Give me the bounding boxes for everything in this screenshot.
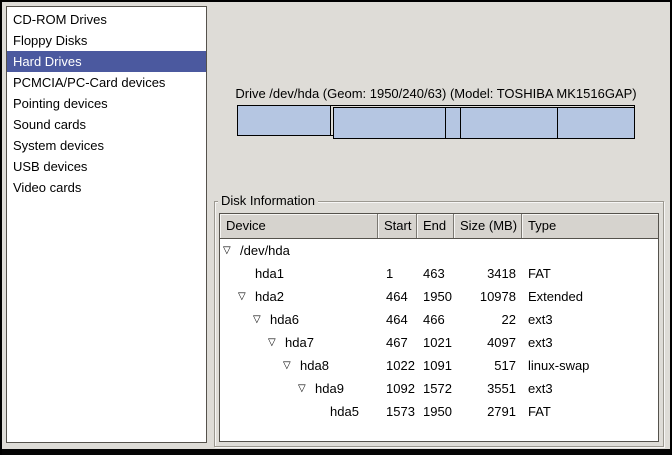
expander-icon[interactable]: ▽	[298, 377, 315, 400]
size-value: 3418	[454, 262, 522, 285]
type-value	[522, 239, 658, 262]
column-header-end[interactable]: End	[417, 214, 454, 238]
device-category-list: CD-ROM DrivesFloppy DisksHard DrivesPCMC…	[6, 6, 207, 443]
end-value: 1950	[417, 400, 454, 423]
end-value: 463	[417, 262, 454, 285]
start-value	[378, 239, 417, 262]
type-value: FAT	[522, 400, 658, 423]
start-value: 1022	[378, 354, 417, 377]
partition-bar-segment-hda8	[445, 108, 460, 138]
expander-icon[interactable]: ▽	[238, 285, 255, 308]
device-name: hda5	[330, 400, 359, 423]
size-value: 4097	[454, 331, 522, 354]
partition-bar-segment-hda1	[237, 105, 331, 136]
type-value: Extended	[522, 285, 658, 308]
expander-icon[interactable]: ▽	[283, 354, 300, 377]
partition-bar-segment-hda7	[334, 108, 445, 138]
start-value: 464	[378, 285, 417, 308]
sidebar-item-system-devices[interactable]: System devices	[7, 135, 206, 156]
sidebar-item-sound-cards[interactable]: Sound cards	[7, 114, 206, 135]
start-value: 1092	[378, 377, 417, 400]
table-row-hda1[interactable]: hda1 14633418FAT	[220, 262, 658, 285]
sidebar-item-video-cards[interactable]: Video cards	[7, 177, 206, 198]
size-value	[454, 239, 522, 262]
type-value: ext3	[522, 377, 658, 400]
drive-geometry-label: Drive /dev/hda (Geom: 1950/240/63) (Mode…	[235, 86, 637, 101]
sidebar-item-pointing-devices[interactable]: Pointing devices	[7, 93, 206, 114]
table-row--dev-hda[interactable]: ▽/dev/hda	[220, 239, 658, 262]
column-header-type[interactable]: Type	[522, 214, 658, 238]
column-header-device[interactable]: Device	[220, 214, 378, 238]
disk-table-header: DeviceStartEndSize (MB)Type	[220, 214, 658, 239]
type-value: linux-swap	[522, 354, 658, 377]
start-value: 467	[378, 331, 417, 354]
type-value: ext3	[522, 331, 658, 354]
partition-bar-segment-hda5	[557, 108, 634, 138]
device-name: hda6	[270, 308, 299, 331]
window-bottom-edge	[0, 449, 672, 455]
table-row-hda7[interactable]: ▽hda7 46710214097ext3	[220, 331, 658, 354]
sidebar-item-usb-devices[interactable]: USB devices	[7, 156, 206, 177]
device-name: /dev/hda	[240, 239, 290, 262]
table-row-hda2[interactable]: ▽hda2 464195010978Extended	[220, 285, 658, 308]
end-value: 1091	[417, 354, 454, 377]
end-value	[417, 239, 454, 262]
end-value: 1572	[417, 377, 454, 400]
partition-bar	[237, 105, 635, 136]
size-value: 22	[454, 308, 522, 331]
size-value: 10978	[454, 285, 522, 308]
column-header-size-mb-[interactable]: Size (MB)	[454, 214, 522, 238]
sidebar-item-hard-drives[interactable]: Hard Drives	[7, 51, 206, 72]
table-row-hda6[interactable]: ▽hda6 46446622ext3	[220, 308, 658, 331]
table-row-hda8[interactable]: ▽hda8 10221091517linux-swap	[220, 354, 658, 377]
device-name: hda9	[315, 377, 344, 400]
hardware-browser-window: CD-ROM DrivesFloppy DisksHard DrivesPCMC…	[0, 0, 672, 455]
table-row-hda9[interactable]: ▽hda9 109215723551ext3	[220, 377, 658, 400]
partition-bar-extended-hda2	[333, 107, 635, 139]
end-value: 1021	[417, 331, 454, 354]
start-value: 1	[378, 262, 417, 285]
expander-icon[interactable]: ▽	[253, 308, 270, 331]
column-header-start[interactable]: Start	[378, 214, 417, 238]
disk-information-groupbox: Disk Information DeviceStartEndSize (MB)…	[214, 201, 664, 447]
table-row-hda5[interactable]: hda5 157319502791FAT	[220, 400, 658, 423]
type-value: FAT	[522, 262, 658, 285]
size-value: 517	[454, 354, 522, 377]
expander-icon[interactable]: ▽	[223, 239, 240, 262]
device-name: hda2	[255, 285, 284, 308]
device-name: hda8	[300, 354, 329, 377]
start-value: 1573	[378, 400, 417, 423]
sidebar-item-cd-rom-drives[interactable]: CD-ROM Drives	[7, 9, 206, 30]
start-value: 464	[378, 308, 417, 331]
end-value: 466	[417, 308, 454, 331]
sidebar-item-pcmcia-pc-card-devices[interactable]: PCMCIA/PC-Card devices	[7, 72, 206, 93]
device-name: hda7	[285, 331, 314, 354]
size-value: 3551	[454, 377, 522, 400]
type-value: ext3	[522, 308, 658, 331]
disk-table-body: ▽/dev/hdahda114633418FAT▽hda246419501097…	[220, 239, 658, 423]
device-name: hda1	[255, 262, 284, 285]
partition-bar-segment-hda9	[460, 108, 557, 138]
sidebar-item-floppy-disks[interactable]: Floppy Disks	[7, 30, 206, 51]
disk-information-label: Disk Information	[218, 193, 318, 209]
end-value: 1950	[417, 285, 454, 308]
size-value: 2791	[454, 400, 522, 423]
expander-icon[interactable]: ▽	[268, 331, 285, 354]
disk-table: DeviceStartEndSize (MB)Type ▽/dev/hdahda…	[219, 213, 659, 442]
